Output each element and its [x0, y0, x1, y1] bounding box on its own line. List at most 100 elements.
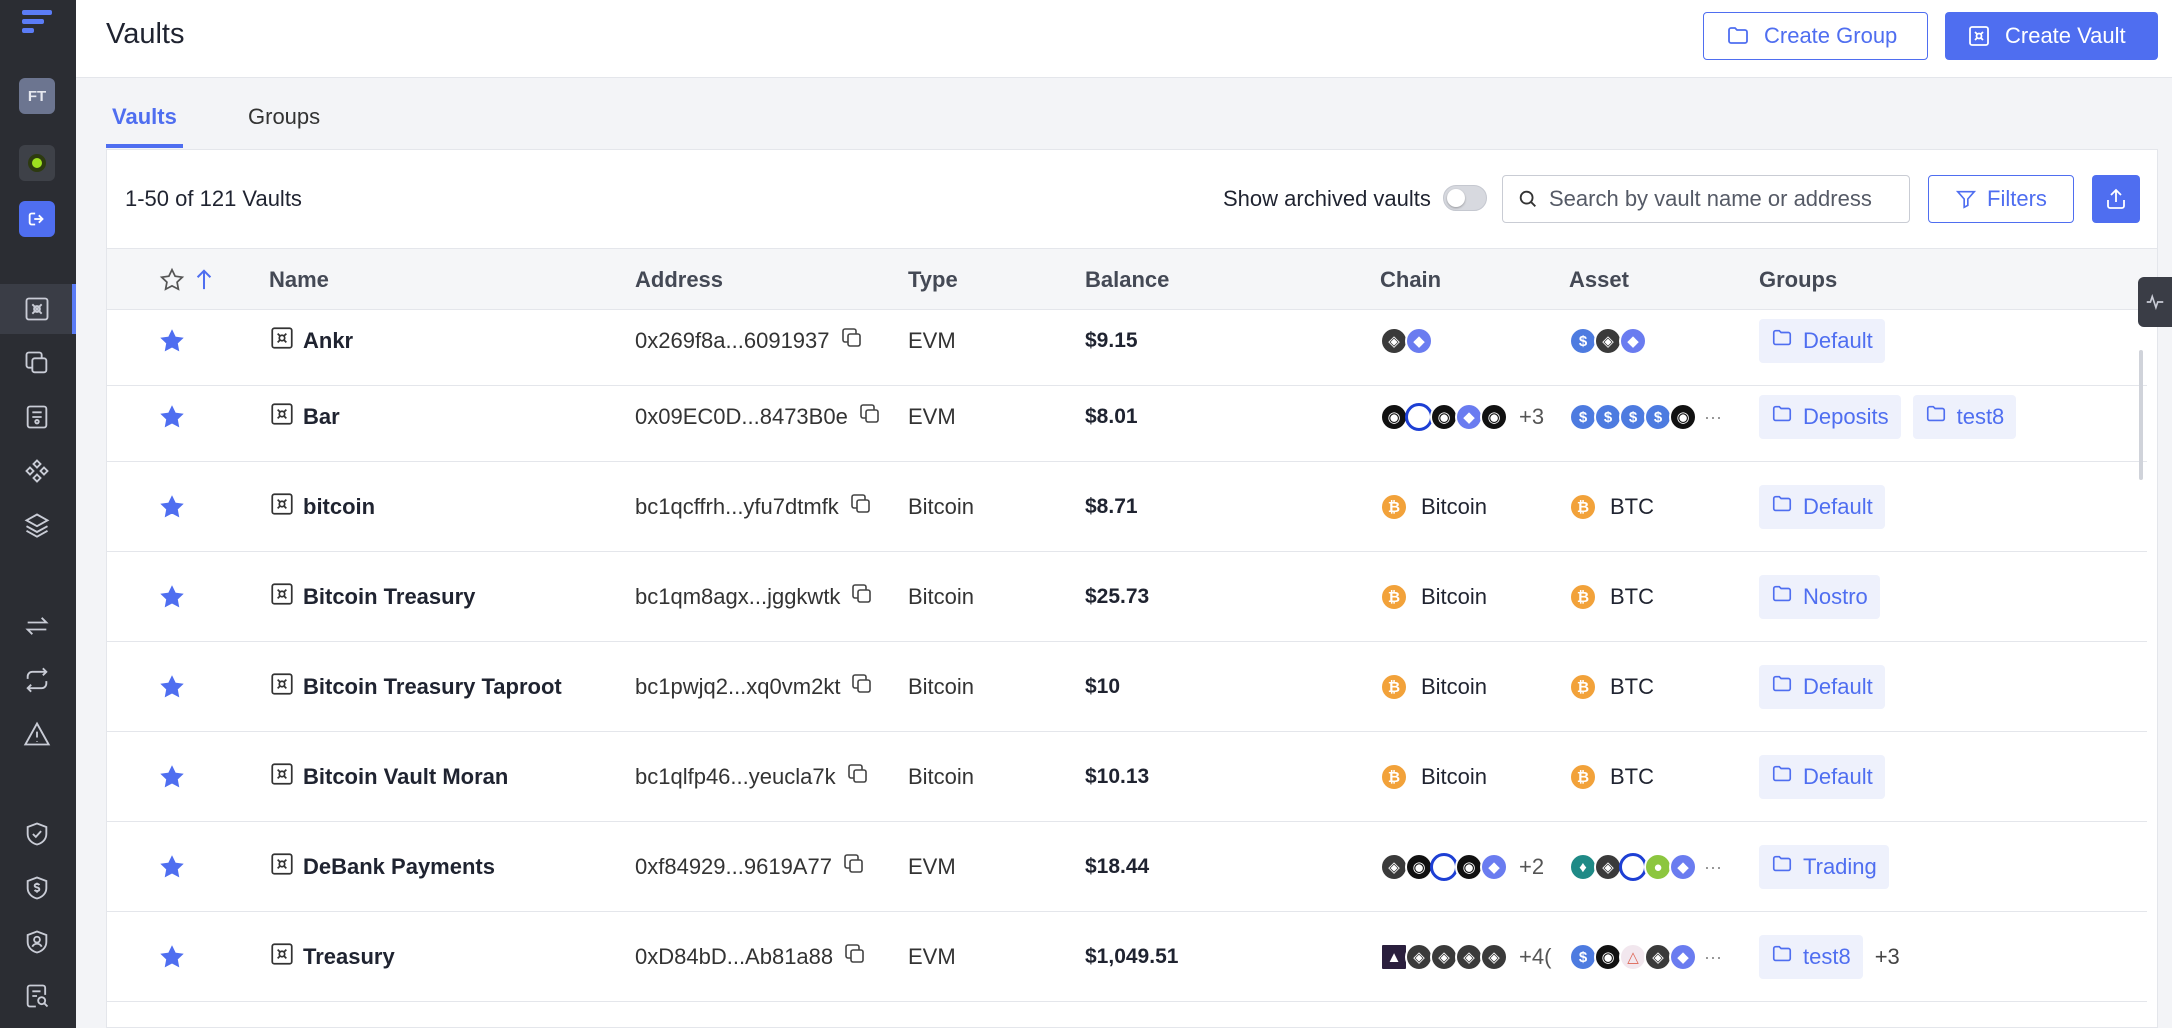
chain-more-count[interactable]: +3: [1519, 404, 1544, 430]
workspace-switcher-icon[interactable]: [19, 145, 55, 181]
search-input[interactable]: [1549, 186, 1889, 212]
chain-label: Bitcoin: [1421, 584, 1488, 609]
favorite-star-icon[interactable]: [159, 944, 185, 975]
chain-more-count[interactable]: +4(: [1519, 944, 1551, 970]
chain-more-count[interactable]: +2: [1519, 854, 1544, 880]
copy-icon[interactable]: [849, 492, 873, 522]
wallet-icon[interactable]: [22, 402, 52, 432]
workspace-avatar[interactable]: FT: [19, 78, 55, 114]
chain-label: Bitcoin: [1421, 674, 1488, 699]
show-archived-toggle[interactable]: [1443, 185, 1487, 211]
shield-dollar-icon[interactable]: [22, 873, 52, 903]
table-row[interactable]: bitcoin bc1qcffrh...yfu7dtmfk Bitcoin $8.71…: [107, 462, 2147, 552]
column-balance[interactable]: Balance: [1085, 267, 1169, 293]
asset-coin-icon: ₿: [1569, 583, 1597, 611]
favorite-star-icon[interactable]: [159, 674, 185, 705]
vault-name[interactable]: Treasury: [269, 943, 395, 971]
table-row[interactable]: Bitcoin Vault Moran bc1qlfp46...yeucla7k B…: [107, 732, 2147, 822]
activity-panel-toggle[interactable]: [2138, 277, 2172, 327]
search-box[interactable]: [1502, 175, 1910, 223]
vault-chain: ◉ – ◉ ◆ ◉ +3: [1380, 401, 1544, 433]
group-chip[interactable]: test8: [1912, 395, 2017, 439]
export-button[interactable]: [2092, 175, 2140, 223]
copy-pages-icon[interactable]: [22, 348, 52, 378]
table-row[interactable]: Bar 0x09EC0D...8473B0e EVM $8.01 ◉ – ◉ ◆ ◉ +3 $ $ $ $…: [107, 372, 2147, 462]
vault-name[interactable]: Bitcoin Treasury: [269, 583, 475, 611]
vault-name-text: Ankr: [303, 328, 354, 353]
favorite-star-icon[interactable]: [159, 494, 185, 525]
column-address[interactable]: Address: [635, 267, 723, 293]
group-chip[interactable]: Default: [1759, 319, 1885, 363]
vault-name-text: Bitcoin Vault Moran: [303, 764, 509, 789]
favorite-star-icon[interactable]: [159, 764, 185, 795]
more-assets-icon[interactable]: ···: [1704, 857, 1722, 878]
search-doc-icon[interactable]: [22, 981, 52, 1011]
filters-label: Filters: [1987, 186, 2047, 211]
scrollbar[interactable]: [2139, 350, 2143, 480]
copy-icon[interactable]: [858, 402, 882, 432]
repeat-icon[interactable]: [22, 665, 52, 695]
vault-name[interactable]: Bitcoin Vault Moran: [269, 763, 508, 791]
copy-icon[interactable]: [846, 762, 870, 792]
user-badge-icon[interactable]: [22, 927, 52, 957]
copy-icon[interactable]: [850, 672, 874, 702]
more-assets-icon[interactable]: ···: [1704, 407, 1722, 428]
filters-button[interactable]: Filters: [1928, 175, 2074, 223]
column-asset[interactable]: Asset: [1569, 267, 1629, 293]
group-chip[interactable]: Deposits: [1759, 395, 1901, 439]
group-chip[interactable]: Default: [1759, 665, 1885, 709]
table-row[interactable]: Bitcoin Treasury bc1qm8agx...jggkwtk Bitco…: [107, 552, 2147, 642]
chain-coin-icon: ◈: [1430, 943, 1458, 971]
network-icon[interactable]: [22, 456, 52, 486]
copy-icon[interactable]: [843, 942, 867, 972]
vault-name-text: DeBank Payments: [303, 854, 495, 879]
vault-name[interactable]: Bar: [269, 403, 340, 431]
asset-coin-icon: $: [1619, 403, 1647, 431]
vault-name[interactable]: Ankr: [269, 327, 353, 355]
copy-icon[interactable]: [842, 852, 866, 882]
table-row[interactable]: Bitcoin Treasury Taproot bc1pwjq2...xq0vm…: [107, 642, 2147, 732]
asset-coin-icon: ₿: [1569, 763, 1597, 791]
group-chip[interactable]: Default: [1759, 755, 1885, 799]
more-assets-icon[interactable]: ···: [1704, 947, 1722, 968]
asset-label: BTC: [1610, 584, 1654, 609]
table-row[interactable]: Treasury 0xD84bD...Ab81a88 EVM $1,049.51 ▲ ◈ ◈…: [107, 912, 2147, 1002]
table-row[interactable]: DeBank Payments 0xf84929...9619A77 EVM $18.…: [107, 822, 2147, 912]
app-logo[interactable]: [22, 10, 52, 38]
groups-more-count[interactable]: +3: [1875, 944, 1900, 970]
favorite-star-icon[interactable]: [159, 328, 185, 359]
copy-icon[interactable]: [840, 326, 864, 356]
vault-name[interactable]: DeBank Payments: [269, 853, 495, 881]
group-chip[interactable]: Trading: [1759, 845, 1889, 889]
warning-icon[interactable]: [22, 719, 52, 749]
copy-icon[interactable]: [850, 582, 874, 612]
favorite-star-icon[interactable]: [159, 854, 185, 885]
switch-account-icon[interactable]: [19, 201, 55, 237]
group-chip[interactable]: Nostro: [1759, 575, 1880, 619]
star-outline-icon[interactable]: [159, 267, 185, 293]
vault-name[interactable]: Bitcoin Treasury Taproot: [269, 673, 562, 701]
vault-groups: Deposits test8: [1759, 395, 2017, 439]
layers-icon[interactable]: [22, 510, 52, 540]
column-name[interactable]: Name: [269, 267, 329, 293]
folder-icon: [1728, 27, 1748, 44]
group-chip-label: Trading: [1803, 854, 1877, 879]
create-group-button[interactable]: Create Group: [1703, 12, 1928, 60]
favorite-star-icon[interactable]: [159, 404, 185, 435]
sort-up-icon[interactable]: [193, 267, 215, 293]
column-groups[interactable]: Groups: [1759, 267, 1837, 293]
create-vault-button[interactable]: Create Vault: [1945, 12, 2158, 60]
column-chain[interactable]: Chain: [1380, 267, 1441, 293]
shield-check-icon[interactable]: [22, 819, 52, 849]
tab-vaults[interactable]: Vaults: [106, 104, 183, 148]
vault-address: bc1qlfp46...yeucla7k: [635, 763, 870, 791]
vault-icon[interactable]: [22, 294, 52, 324]
group-chip-label: Default: [1803, 764, 1873, 789]
group-chip[interactable]: Default: [1759, 485, 1885, 529]
tab-groups[interactable]: Groups: [248, 104, 320, 148]
vault-name[interactable]: bitcoin: [269, 493, 375, 521]
favorite-star-icon[interactable]: [159, 584, 185, 615]
transfer-icon[interactable]: [22, 611, 52, 641]
group-chip[interactable]: test8: [1759, 935, 1863, 979]
column-type[interactable]: Type: [908, 267, 958, 293]
